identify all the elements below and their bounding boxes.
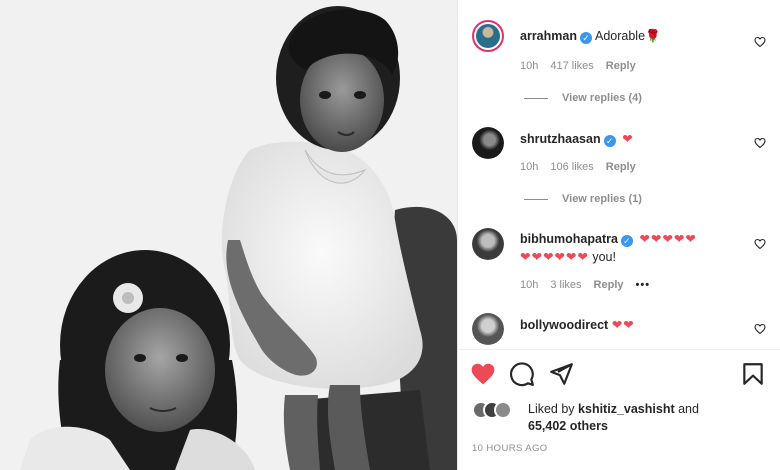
comment-text: bollywoodirect ❤❤ [520,316,746,334]
post-photo[interactable] [0,0,457,470]
heart-filled-icon[interactable] [470,361,496,387]
liked-by-joiner: and [678,402,699,416]
liked-avatars[interactable] [472,401,512,419]
heart-outline-icon[interactable] [754,36,766,48]
view-replies-label: View replies (1) [562,193,642,205]
heart-emojis: ❤❤ [611,318,635,332]
comment-icon[interactable] [509,361,535,387]
heart-outline-icon[interactable] [754,323,766,335]
comment-username[interactable]: bollywoodirect [520,318,608,332]
avatar[interactable] [472,20,504,52]
heart-outline-icon[interactable] [754,238,766,250]
avatar[interactable] [472,313,504,345]
comment-username[interactable]: shrutzhaasan [520,132,601,146]
liked-by-user[interactable]: kshitiz_vashisht [578,402,675,416]
action-bar [458,350,780,396]
comment-meta: 10h 417 likes Reply [520,60,648,72]
comment-text: shrutzhaasan ✓ ❤ [520,130,746,148]
comment-time: 10h [520,279,539,291]
more-options-icon[interactable]: ••• [636,279,651,291]
comment-likes[interactable]: 3 likes [550,279,581,291]
comment-body: you! [592,250,616,264]
reply-button[interactable]: Reply [594,279,624,291]
avatar[interactable] [472,127,504,159]
bookmark-icon[interactable] [740,361,766,387]
view-replies-button[interactable]: View replies (4) [524,92,642,104]
reply-button[interactable]: Reply [606,161,636,173]
heart-emoji: ❤ [622,132,634,146]
liked-by: Liked by kshitiz_vashisht and 65,402 oth… [472,398,772,434]
liked-by-prefix: Liked by [528,402,575,416]
post-photo-image [0,0,457,470]
view-replies-label: View replies (4) [562,92,642,104]
avatar[interactable] [472,228,504,260]
comment-likes[interactable]: 106 likes [550,161,593,173]
heart-emojis: ❤❤❤❤❤❤ [520,250,589,264]
heart-emojis: ❤❤❤❤❤ [639,232,697,246]
verified-badge-icon: ✓ [620,235,633,247]
verified-badge-icon: ✓ [603,135,616,147]
comment-body: Adorable [594,29,646,43]
send-icon[interactable] [548,361,574,387]
replies-line [524,97,548,99]
comment-username[interactable]: bibhumohapatra [520,232,618,246]
rose-emoji: 🌹 [645,29,661,43]
replies-line [524,198,548,200]
comment-meta: 10h 106 likes Reply [520,161,648,173]
view-replies-button[interactable]: View replies (1) [524,193,642,205]
post-timestamp[interactable]: 10 HOURS AGO [472,443,548,454]
comments-pane: arrahman ✓ Adorable🌹 10h 417 likes Reply Vie… [458,0,780,470]
comment-likes[interactable]: 417 likes [550,60,593,72]
liked-by-text: Liked by kshitiz_vashisht and 65,402 oth… [528,401,699,435]
reply-button[interactable]: Reply [606,60,636,72]
comments-list[interactable]: arrahman ✓ Adorable🌹 10h 417 likes Reply Vie… [458,0,780,349]
verified-badge-icon: ✓ [579,32,592,44]
comment-time: 10h [520,60,539,72]
comment-text: arrahman ✓ Adorable🌹 [520,27,746,45]
liked-by-others[interactable]: 65,402 others [528,419,608,433]
comment-time: 10h [520,161,539,173]
avatar [494,401,512,419]
heart-outline-icon[interactable] [754,137,766,149]
comment-meta: 10h 3 likes Reply ••• [520,279,662,291]
comment-username[interactable]: arrahman [520,29,577,43]
comment-text: bibhumohapatra ✓ ❤❤❤❤❤ ❤❤❤❤❤❤ you! [520,230,746,266]
